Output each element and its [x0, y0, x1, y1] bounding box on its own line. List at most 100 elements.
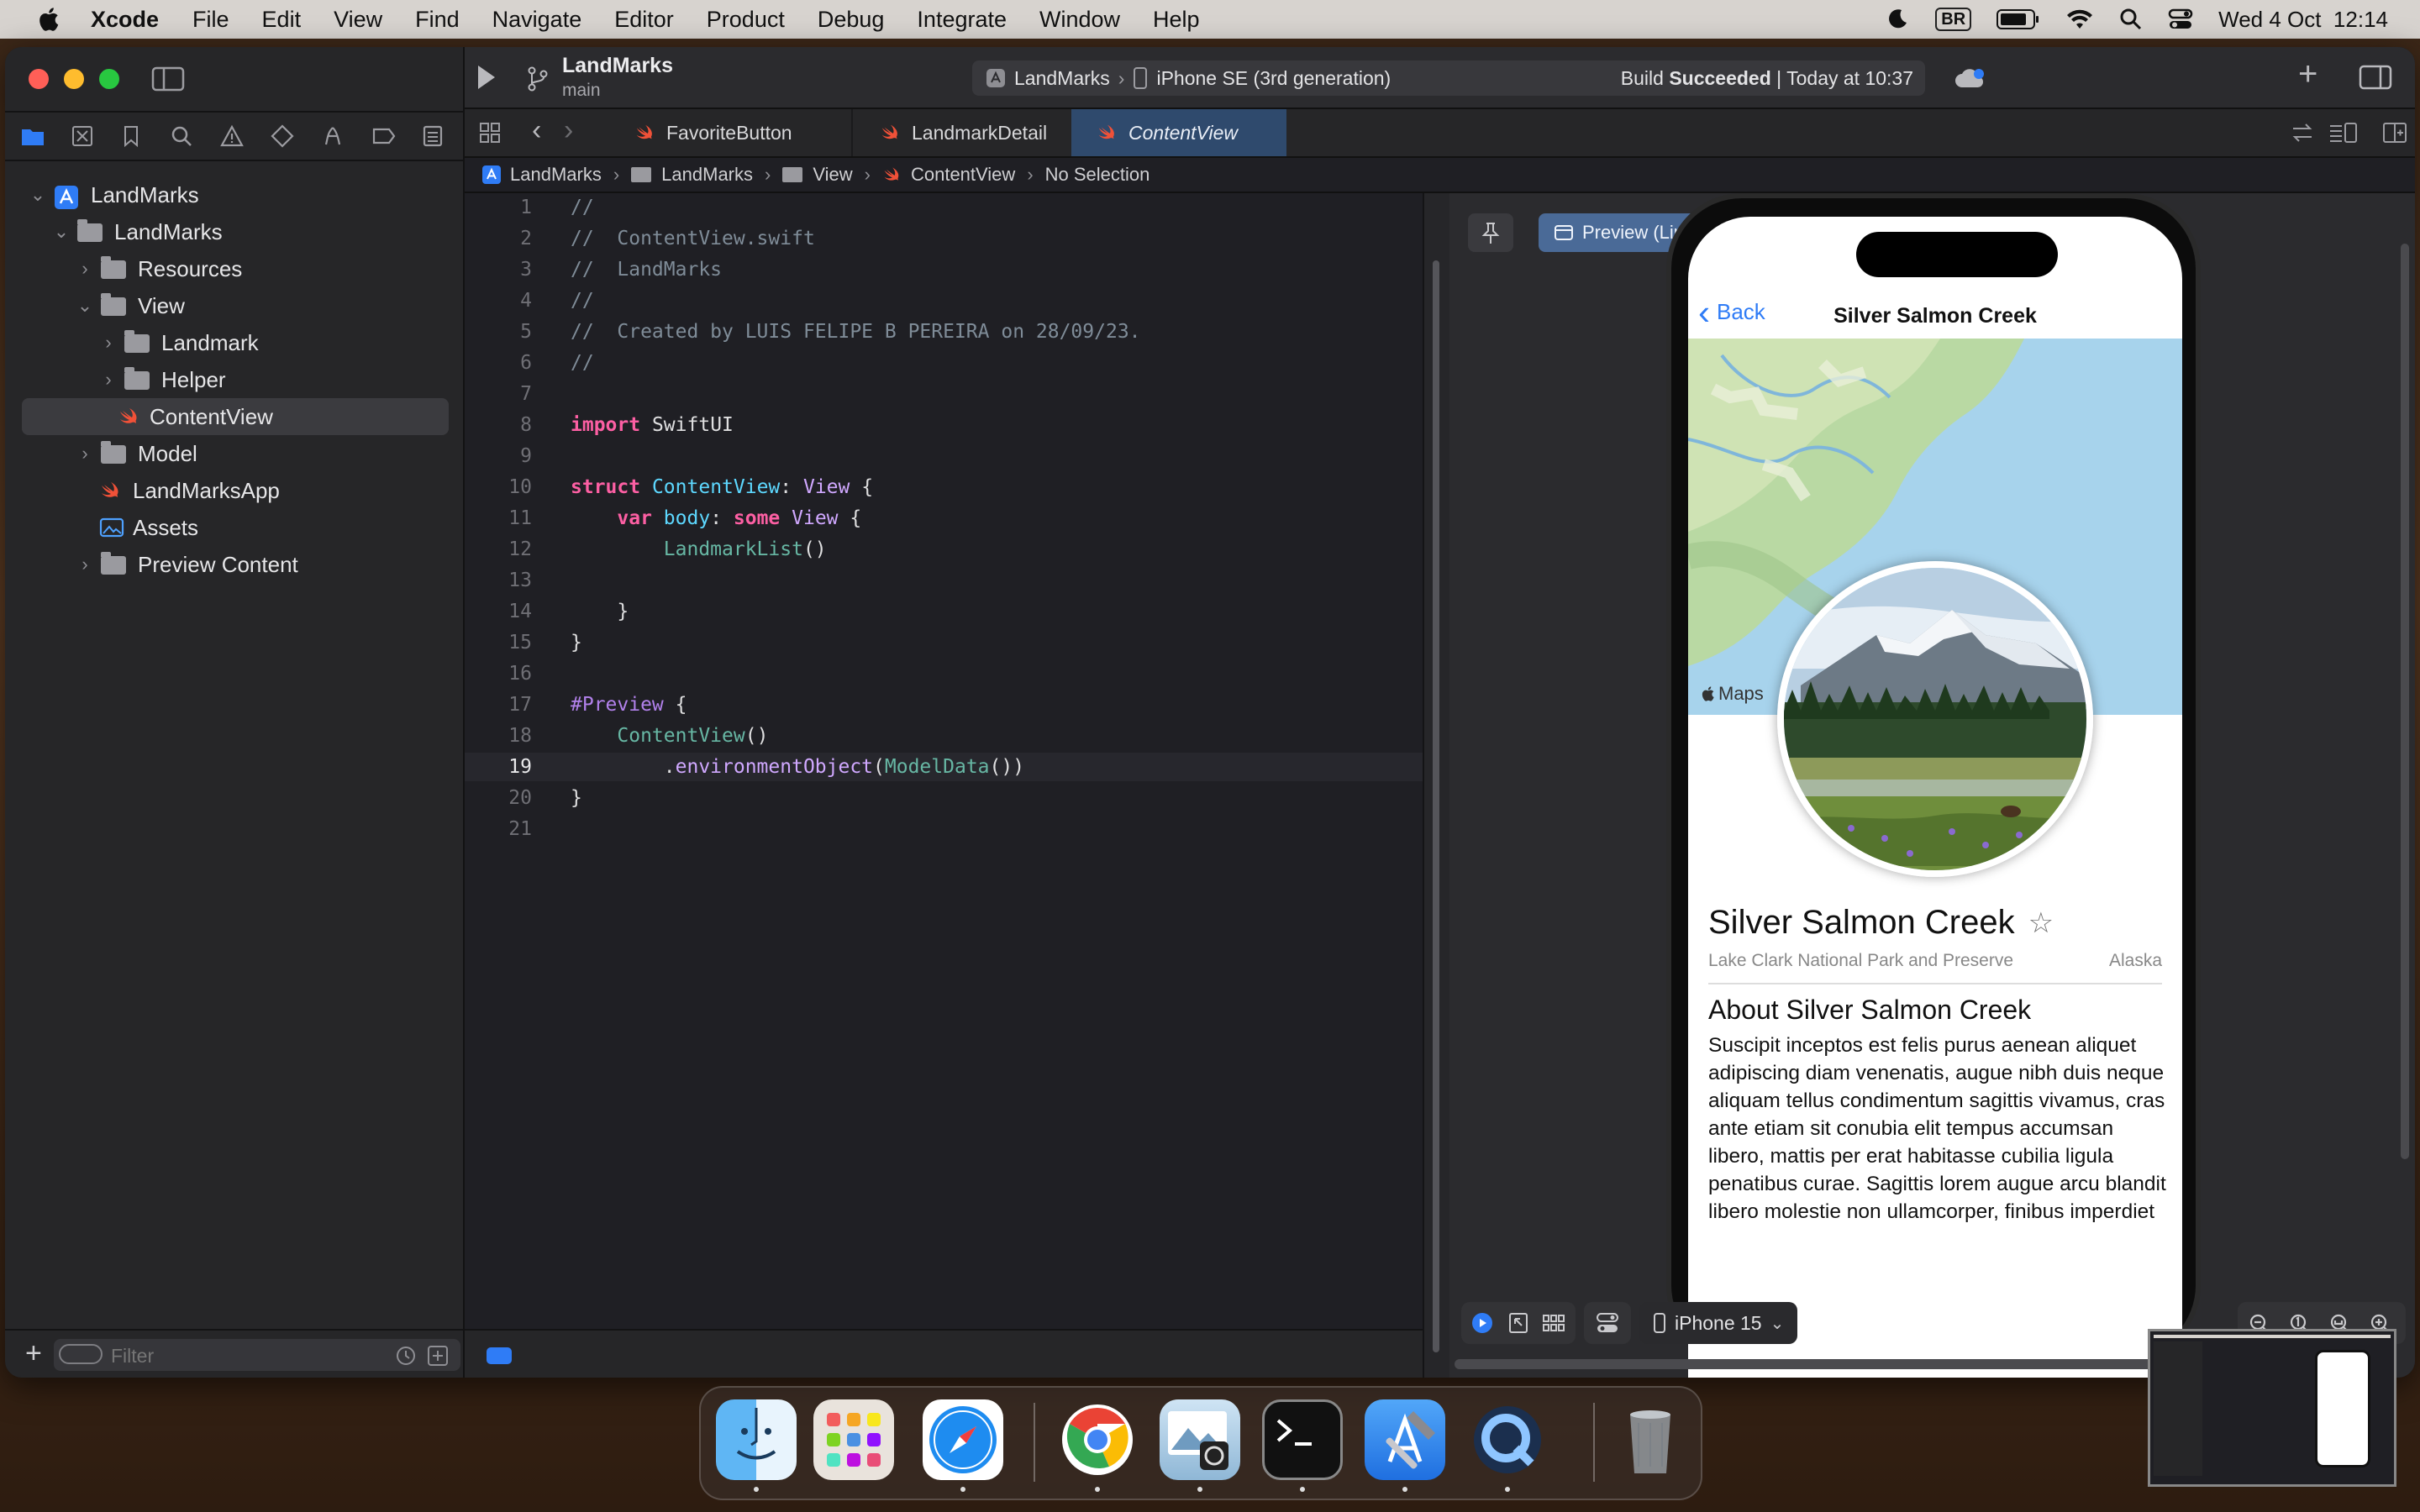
menu-integrate[interactable]: Integrate — [917, 7, 1007, 33]
filter-options-icon[interactable] — [59, 1344, 103, 1364]
menu-edit[interactable]: Edit — [262, 7, 302, 33]
tree-item-file[interactable]: LandMarksApp — [5, 472, 463, 509]
apple-logo-icon[interactable] — [35, 6, 60, 33]
tab-landmarkdetail[interactable]: LandmarkDetail — [855, 109, 1080, 156]
code-line[interactable]: 1 // — [465, 193, 1423, 222]
variants-grid-icon[interactable] — [1542, 1314, 1565, 1332]
code-line[interactable]: 5 // Created by LUIS FELIPE B PEREIRA on … — [465, 318, 1423, 346]
test-navigator-icon[interactable] — [271, 124, 294, 148]
code-line[interactable]: 2 // ContentView.swift — [465, 224, 1423, 253]
close-window-button[interactable] — [29, 69, 49, 89]
jumpbar-folder[interactable]: View — [813, 164, 852, 186]
tree-item-group[interactable]: › Landmark — [5, 324, 463, 361]
chevron-right-icon[interactable]: › — [76, 554, 94, 575]
add-file-button[interactable]: + — [25, 1337, 42, 1370]
code-line[interactable]: 13 — [465, 566, 1423, 595]
battery-icon[interactable] — [1996, 8, 2040, 30]
spotlight-search-icon[interactable] — [2119, 8, 2143, 31]
chevron-right-icon[interactable]: › — [76, 258, 94, 280]
menu-find[interactable]: Find — [415, 7, 460, 33]
run-destination[interactable]: iPhone SE (3rd generation) — [1156, 67, 1391, 90]
tree-item-group[interactable]: › Preview Content — [5, 546, 463, 583]
menu-product[interactable]: Product — [707, 7, 785, 33]
menubar-clock[interactable]: Wed 4 Oct 12:14 — [2218, 7, 2388, 33]
wifi-icon[interactable] — [2065, 8, 2094, 30]
tree-item-group[interactable]: › Helper — [5, 361, 463, 398]
related-items-grid-icon[interactable] — [478, 121, 502, 144]
code-line[interactable]: 11 var body: some View { — [465, 504, 1423, 533]
menu-help[interactable]: Help — [1153, 7, 1200, 33]
code-line[interactable]: 9 — [465, 442, 1423, 470]
chevron-right-icon[interactable]: › — [76, 443, 94, 465]
branch-name[interactable]: main — [562, 81, 601, 101]
chevron-down-icon[interactable]: ⌄ — [76, 295, 94, 317]
cloud-sync-icon[interactable] — [1954, 66, 1986, 91]
issue-navigator-icon[interactable] — [220, 124, 244, 148]
minimize-window-button[interactable] — [64, 69, 84, 89]
toggle-inspector-icon[interactable] — [2359, 64, 2392, 91]
scheme-selector[interactable]: LandMarks › iPhone SE (3rd generation) — [974, 60, 1391, 96]
menu-view[interactable]: View — [334, 7, 382, 33]
project-navigator-folder-icon[interactable] — [20, 125, 45, 147]
debug-area-toggle-icon[interactable] — [487, 1347, 512, 1364]
code-line[interactable]: 17 #Preview { — [465, 690, 1423, 719]
branch-icon[interactable] — [525, 66, 550, 92]
code-line[interactable]: 18 ContentView() — [465, 722, 1423, 750]
menu-file[interactable]: File — [192, 7, 229, 33]
safari-icon[interactable] — [923, 1399, 1003, 1480]
keyboard-layout-badge[interactable]: BR — [1935, 8, 1972, 31]
chevron-down-icon[interactable]: ⌄ — [52, 221, 71, 243]
menu-editor[interactable]: Editor — [614, 7, 674, 33]
menu-app-name[interactable]: Xcode — [91, 7, 159, 33]
code-line[interactable]: 14 } — [465, 597, 1423, 626]
window-thumbnail[interactable] — [2148, 1329, 2396, 1487]
split-editor-icon[interactable] — [2382, 121, 2407, 144]
editor-options-arrows-icon[interactable] — [2290, 121, 2315, 144]
tree-item-file-selected[interactable]: ContentView — [22, 398, 449, 435]
pin-preview-button[interactable] — [1468, 213, 1513, 252]
code-line[interactable]: 16 — [465, 659, 1423, 688]
canvas-vertical-scrollbar[interactable] — [2401, 244, 2409, 1159]
tree-item-file[interactable]: Assets — [5, 509, 463, 546]
canvas-options-icon[interactable] — [2328, 121, 2359, 144]
editor-scrollbar[interactable] — [1433, 260, 1439, 1352]
code-line[interactable]: 3 // LandMarks — [465, 255, 1423, 284]
trash-icon[interactable] — [1610, 1399, 1691, 1480]
code-line[interactable]: 12 LandmarkList() — [465, 535, 1423, 564]
tree-item-group[interactable]: › Resources — [5, 250, 463, 287]
menu-navigate[interactable]: Navigate — [492, 7, 582, 33]
favorite-star-icon[interactable]: ☆ — [2028, 906, 2054, 940]
tree-item-group[interactable]: › Model — [5, 435, 463, 472]
finder-icon[interactable] — [716, 1399, 797, 1480]
launchpad-icon[interactable] — [813, 1399, 894, 1480]
chevron-right-icon[interactable]: › — [99, 332, 118, 354]
jumpbar-file[interactable]: ContentView — [911, 164, 1015, 186]
find-navigator-icon[interactable] — [170, 124, 193, 148]
tree-item-group[interactable]: ⌄ View — [5, 287, 463, 324]
report-navigator-icon[interactable] — [422, 124, 444, 148]
control-center-icon[interactable] — [2168, 8, 2193, 31]
back-arrow-icon[interactable]: ‹ — [532, 114, 541, 147]
source-editor[interactable]: 1 // 2 // ContentView.swift 3 // LandMarks 4 //… — [465, 193, 1423, 1302]
source-control-filter-icon[interactable] — [427, 1345, 449, 1367]
jumpbar-group[interactable]: LandMarks — [661, 164, 753, 186]
code-line[interactable]: 7 — [465, 380, 1423, 408]
code-line[interactable]: 8 import SwiftUI — [465, 411, 1423, 439]
code-line[interactable]: 4 // — [465, 286, 1423, 315]
tree-item-group[interactable]: ⌄ LandMarks — [5, 213, 463, 250]
tab-contentview[interactable]: ContentView — [1071, 109, 1286, 156]
bookmark-navigator-icon[interactable] — [121, 124, 141, 148]
library-add-button[interactable]: + — [2298, 55, 2317, 93]
device-settings-button[interactable] — [1584, 1302, 1631, 1344]
menu-window[interactable]: Window — [1039, 7, 1120, 33]
forward-arrow-icon[interactable]: › — [564, 114, 573, 147]
recent-files-clock-icon[interactable] — [395, 1345, 417, 1367]
chrome-icon[interactable] — [1057, 1399, 1138, 1480]
jumpbar-project[interactable]: LandMarks — [510, 164, 602, 186]
menu-debug[interactable]: Debug — [818, 7, 885, 33]
jumpbar-symbol[interactable]: No Selection — [1045, 164, 1150, 186]
tab-favoritebutton[interactable]: FavoriteButton — [609, 109, 853, 156]
selectable-mode-icon[interactable] — [1508, 1312, 1528, 1334]
breakpoint-navigator-icon[interactable] — [371, 126, 397, 146]
code-line[interactable]: 19 .environmentObject(ModelData()) — [465, 753, 1423, 781]
